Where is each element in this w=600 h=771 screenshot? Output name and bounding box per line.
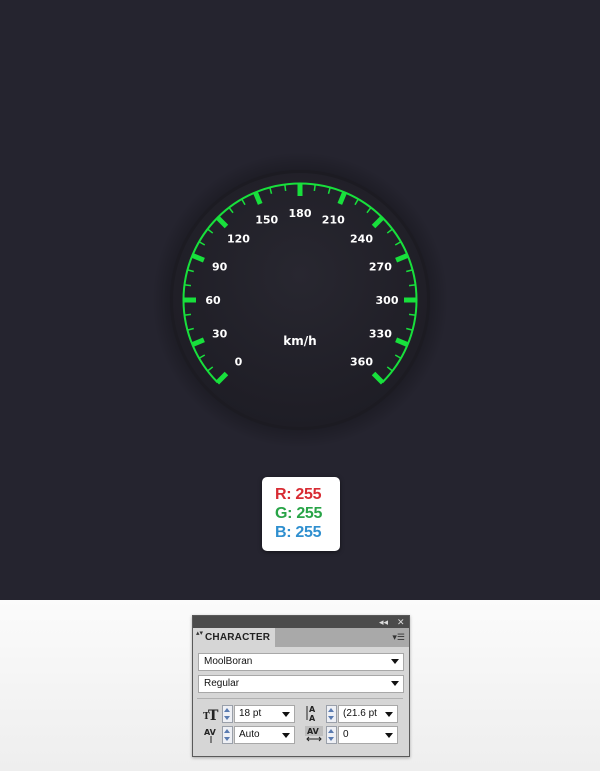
tick-label: 210 <box>322 214 345 227</box>
kerning-value: Auto <box>239 729 260 740</box>
character-panel: ◂◂ ✕ ▴▾ CHARACTER ▾☰ MoolBoran Regular T… <box>192 615 410 757</box>
minor-tick <box>183 313 192 317</box>
chevron-down-icon <box>282 712 290 717</box>
font-size-value: 18 pt <box>239 708 262 719</box>
tick-label: 60 <box>205 294 221 307</box>
minor-tick <box>283 183 287 192</box>
font-style-select[interactable]: Regular <box>198 675 404 693</box>
svg-text:AV: AV <box>204 728 217 737</box>
tracking-value: 0 <box>343 729 349 740</box>
chevron-down-icon <box>282 733 290 738</box>
svg-text:AV: AV <box>307 727 320 736</box>
red-value: R: 255 <box>275 486 322 503</box>
panel-tab-strip: ▴▾ CHARACTER ▾☰ <box>193 628 409 647</box>
font-family-select[interactable]: MoolBoran <box>198 653 404 671</box>
tab-toggle-icon: ▴▾ <box>196 630 204 637</box>
tab-character[interactable]: ▴▾ CHARACTER <box>193 628 275 647</box>
leading-stepper[interactable] <box>326 705 337 723</box>
divider <box>197 698 403 699</box>
chevron-down-icon <box>385 712 393 717</box>
leading-field[interactable]: (21.6 pt <box>338 705 398 723</box>
canvas-area: 0 30 60 90 120 150 180 210 240 270 300 330 360 km/h … <box>0 0 600 600</box>
blue-value: B: 255 <box>275 524 322 541</box>
font-size-stepper[interactable] <box>222 705 233 723</box>
minor-tick <box>183 283 192 287</box>
chevron-down-icon <box>391 681 399 686</box>
font-size-icon: TT <box>203 706 219 724</box>
tick-label: 330 <box>369 327 392 340</box>
tab-character-label: CHARACTER <box>205 632 271 643</box>
tick-label: 180 <box>289 207 312 220</box>
minor-tick <box>408 313 417 317</box>
collapse-icon[interactable]: ◂◂ <box>379 616 388 628</box>
font-family-value: MoolBoran <box>204 656 253 667</box>
svg-text:A: A <box>309 705 316 714</box>
tick-label: 120 <box>227 232 250 245</box>
tracking-field[interactable]: 0 <box>338 726 398 744</box>
tick-label: 30 <box>212 327 228 340</box>
tick-label: 240 <box>350 232 373 245</box>
close-icon[interactable]: ✕ <box>397 616 405 628</box>
font-style-value: Regular <box>204 678 240 689</box>
minor-tick <box>408 283 417 287</box>
tracking-stepper[interactable] <box>326 726 337 744</box>
tick-label: 270 <box>369 261 392 274</box>
tick-label: 90 <box>212 261 228 274</box>
font-size-field[interactable]: 18 pt <box>234 705 295 723</box>
kerning-field[interactable]: Auto <box>234 726 295 744</box>
tracking-icon: AV <box>305 726 323 742</box>
kerning-icon: AV <box>203 726 219 743</box>
leading-value: (21.6 pt <box>343 708 377 719</box>
panel-title-bar: ◂◂ ✕ <box>193 616 409 628</box>
tick-label: 150 <box>255 214 278 227</box>
green-value: G: 255 <box>275 505 323 522</box>
svg-text:A: A <box>309 714 316 722</box>
tick-label: 300 <box>376 294 399 307</box>
unit-label: km/h <box>283 334 316 348</box>
minor-tick <box>313 183 317 192</box>
rgb-color-note: R: 255 G: 255 B: 255 <box>262 477 340 551</box>
tick-label: 360 <box>350 356 373 369</box>
svg-text:T: T <box>208 708 219 722</box>
chevron-down-icon <box>385 733 393 738</box>
kerning-stepper[interactable] <box>222 726 233 744</box>
panel-menu-icon[interactable]: ▾☰ <box>392 632 405 643</box>
chevron-down-icon <box>391 659 399 664</box>
leading-icon: AA <box>306 704 322 723</box>
tick-label: 0 <box>235 356 243 369</box>
